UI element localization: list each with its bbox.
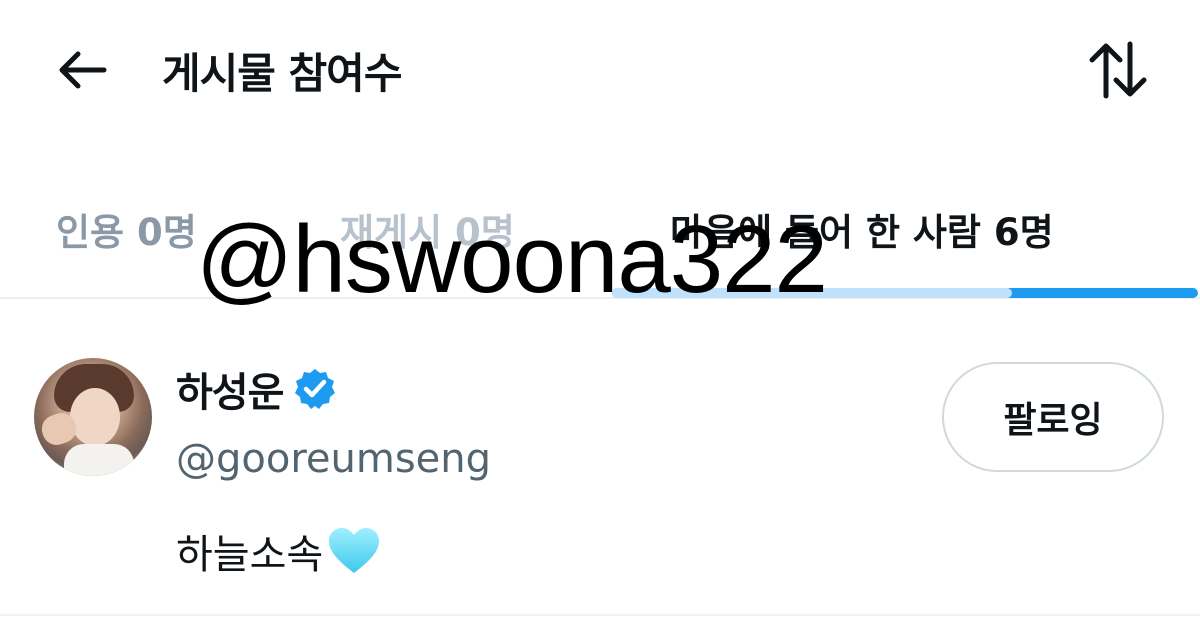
top-app-bar: 게시물 참여수 [0, 0, 1200, 140]
user-display-name: 하성운 [176, 370, 284, 416]
back-button[interactable] [50, 42, 114, 98]
page-title: 게시물 참여수 [162, 49, 402, 98]
user-bio: 하늘소속 [176, 522, 381, 580]
user-list-item[interactable]: 하성운 @gooreumseng 하늘소속 팔로잉 [0, 330, 1200, 618]
watermark-text: @hswoona322 [196, 206, 828, 313]
arrow-left-icon [59, 51, 107, 89]
following-button[interactable]: 팔로잉 [942, 362, 1164, 472]
sort-button[interactable] [1080, 38, 1156, 102]
post-engagements-page: 게시물 참여수 인용 0명 재게시 0명 마음에 들어 한 사람 6명 하성운 [0, 0, 1200, 618]
light-blue-heart-icon [327, 526, 381, 576]
verified-badge-icon [293, 367, 337, 411]
user-bio-text: 하늘소속 [176, 532, 324, 578]
user-handle: @gooreumseng [176, 436, 492, 482]
sort-arrows-icon [1089, 41, 1147, 99]
list-divider [0, 614, 1200, 616]
user-name-line[interactable]: 하성운 [176, 360, 337, 418]
tab-quotes[interactable]: 인용 0명 [56, 202, 197, 256]
avatar[interactable] [34, 358, 152, 476]
